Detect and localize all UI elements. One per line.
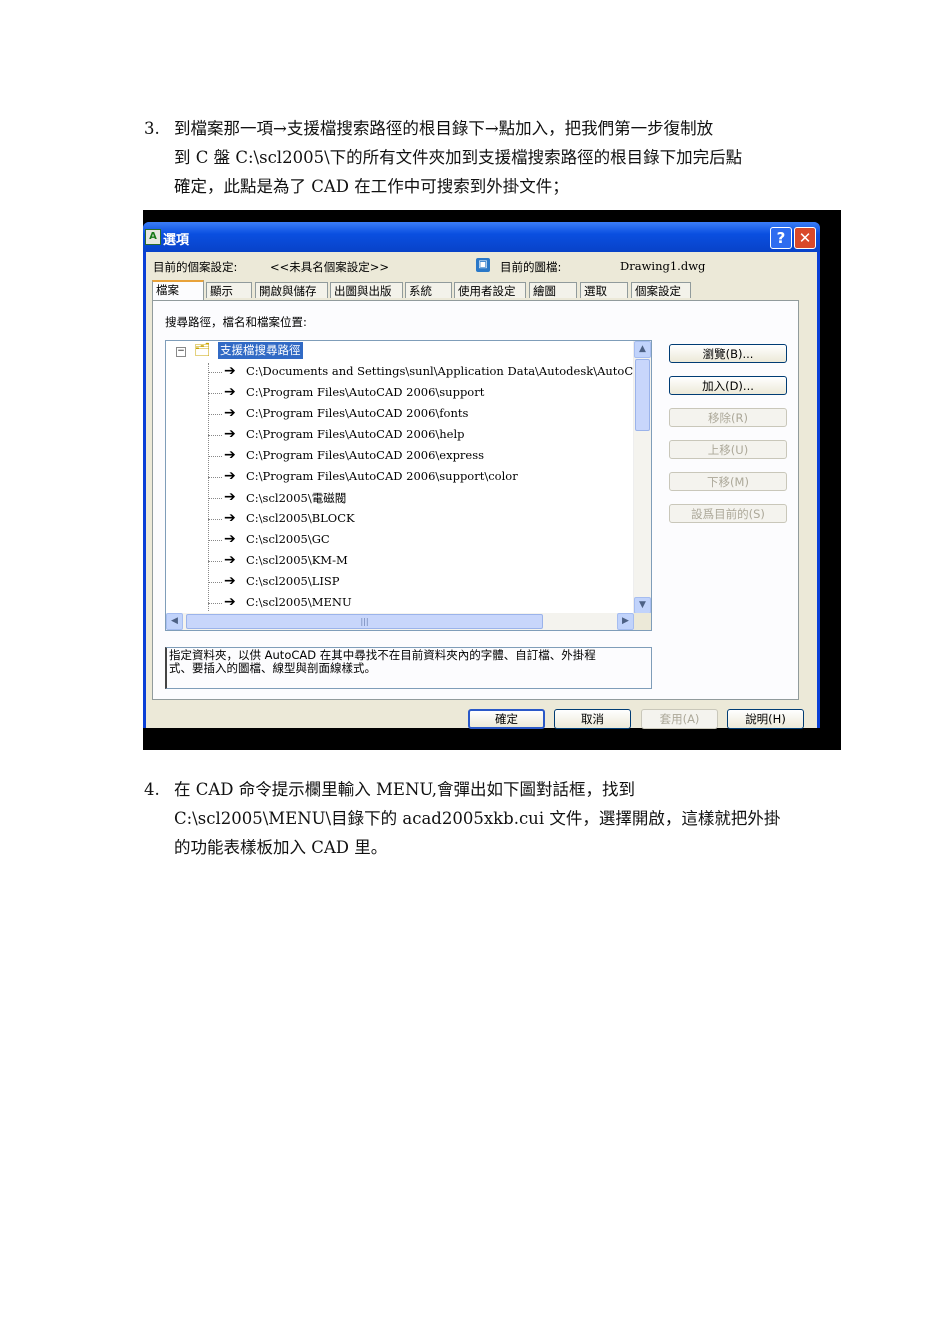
folder-stack-icon: 🗂: [194, 343, 211, 358]
scroll-left-icon[interactable]: ◀: [166, 613, 183, 630]
description-box: 指定資料夾，以供 AutoCAD 在其中尋找不在目前資料夾內的字體、自訂檔、外掛…: [165, 647, 652, 689]
move-down-button[interactable]: 下移(M): [669, 472, 787, 491]
step-number: 4.: [144, 780, 160, 799]
path-arrow-icon: ➔: [224, 510, 236, 526]
tree-connector: [208, 363, 209, 611]
step-text-line: C:\scl2005\MENU\目錄下的 acad2005xkb.cui 文件，…: [174, 809, 781, 828]
tab-system[interactable]: 系統: [405, 282, 452, 298]
path-arrow-icon: ➔: [224, 594, 236, 610]
tree-root-row[interactable]: − 🗂 支援檔搜尋路徑: [166, 341, 634, 361]
autocad-app-icon: A: [145, 229, 161, 245]
tab-selection[interactable]: 選取: [580, 282, 628, 298]
path-arrow-icon: ➔: [224, 489, 236, 505]
tree-heading: 搜尋路徑，檔名和檔案位置:: [165, 315, 307, 329]
profile-value: <<未具名個案設定>>: [270, 260, 390, 274]
help-icon[interactable]: ?: [770, 227, 792, 249]
ok-button[interactable]: 確定: [468, 709, 545, 729]
horizontal-scrollbar[interactable]: ◀ ||| ▶: [166, 613, 634, 630]
step-number: 3.: [144, 119, 160, 138]
path-arrow-icon: ➔: [224, 405, 236, 421]
tree-root-label[interactable]: 支援檔搜尋路徑: [218, 342, 303, 359]
path-text: C:\scl2005\電磁閥: [246, 491, 347, 505]
step-text-line: 到 C 盤 C:\scl2005\下的所有文件夾加到支援檔搜索路徑的根目錄下加完…: [174, 148, 743, 167]
step-text-line: 在 CAD 命令提示欄里輸入 MENU,會彈出如下圖對話框，找到: [174, 780, 636, 799]
path-text: C:\Program Files\AutoCAD 2006\support\co…: [246, 469, 518, 483]
vertical-scroll-thumb[interactable]: [635, 359, 650, 431]
search-path-tree[interactable]: − 🗂 支援檔搜尋路徑 ➔ C:\Documents and Settings\…: [165, 340, 652, 631]
set-current-button[interactable]: 設爲目前的(S): [669, 504, 787, 523]
dialog-title: 選項: [163, 233, 190, 248]
step-4: 4. 在 CAD 命令提示欄里輸入 MENU,會彈出如下圖對話框，找到 C:\s…: [144, 775, 814, 862]
scroll-right-icon[interactable]: ▶: [617, 613, 634, 630]
drawing-file-icon: ▣: [476, 258, 490, 272]
path-arrow-icon: ➔: [224, 447, 236, 463]
tab-files[interactable]: 檔案: [152, 280, 204, 300]
options-dialog-screenshot: A 選項 ? ✕ 目前的個案設定: <<未具名個案設定>> ▣ 目前的圖檔: D…: [143, 210, 841, 750]
files-tab-panel: 搜尋路徑，檔名和檔案位置: − 🗂 支援檔搜尋路徑 ➔ C:\Documents…: [152, 300, 799, 700]
path-arrow-icon: ➔: [224, 426, 236, 442]
help-button[interactable]: 說明(H): [727, 709, 804, 729]
step-text-line: 的功能表樣板加入 CAD 里。: [174, 838, 388, 857]
path-arrow-icon: ➔: [224, 384, 236, 400]
vertical-scrollbar[interactable]: ▲ ▼: [633, 341, 651, 614]
tab-display[interactable]: 顯示: [206, 282, 252, 298]
profile-label: 目前的個案設定:: [153, 260, 238, 274]
tab-open-save[interactable]: 開啟與儲存: [255, 282, 328, 298]
close-icon[interactable]: ✕: [794, 227, 816, 249]
path-text: C:\scl2005\KM-M: [246, 553, 348, 567]
options-dialog: A 選項 ? ✕ 目前的個案設定: <<未具名個案設定>> ▣ 目前的圖檔: D…: [143, 222, 820, 729]
path-arrow-icon: ➔: [224, 552, 236, 568]
path-text: C:\scl2005\BLOCK: [246, 511, 355, 525]
tab-plot-publish[interactable]: 出圖與出版: [330, 282, 403, 298]
description-line: 指定資料夾，以供 AutoCAD 在其中尋找不在目前資料夾內的字體、自訂檔、外掛…: [169, 648, 596, 662]
collapse-icon[interactable]: −: [176, 347, 186, 357]
path-arrow-icon: ➔: [224, 531, 236, 547]
scroll-up-icon[interactable]: ▲: [634, 341, 651, 358]
tab-user-preferences[interactable]: 使用者設定: [454, 282, 526, 298]
step-3: 3. 到檔案那一項→支援檔搜索路徑的根目錄下→點加入，把我們第一步復制放 到 C…: [144, 114, 814, 201]
tab-drafting[interactable]: 繪圖: [529, 282, 577, 298]
cancel-button[interactable]: 取消: [554, 709, 631, 729]
remove-button[interactable]: 移除(R): [669, 408, 787, 427]
description-line: 式、要插入的圖檔、線型與剖面線樣式。: [169, 660, 376, 675]
apply-button[interactable]: 套用(A): [641, 709, 718, 729]
path-text: C:\scl2005\GC: [246, 532, 330, 546]
tab-profiles[interactable]: 個案設定: [631, 282, 691, 298]
path-text: C:\Documents and Settings\sunl\Applicati…: [246, 364, 652, 378]
path-text: C:\Program Files\AutoCAD 2006\express: [246, 448, 485, 462]
title-bar: A 選項 ? ✕: [143, 222, 820, 252]
path-text: C:\Program Files\AutoCAD 2006\help: [246, 427, 465, 441]
drawing-value: Drawing1.dwg: [620, 259, 706, 273]
path-text: C:\Program Files\AutoCAD 2006\fonts: [246, 406, 469, 420]
scrollbar-corner: [634, 613, 651, 630]
scroll-down-icon[interactable]: ▼: [634, 597, 651, 614]
move-up-button[interactable]: 上移(U): [669, 440, 787, 459]
path-arrow-icon: ➔: [224, 573, 236, 589]
dialog-body: 目前的個案設定: <<未具名個案設定>> ▣ 目前的圖檔: Drawing1.d…: [146, 252, 817, 729]
add-button[interactable]: 加入(D)...: [669, 376, 787, 395]
step-text-line: 確定，此點是為了 CAD 在工作中可搜索到外掛文件；: [174, 177, 569, 196]
browse-button[interactable]: 瀏覽(B)...: [669, 344, 787, 363]
path-text: C:\scl2005\LISP: [246, 574, 340, 588]
path-text: C:\Program Files\AutoCAD 2006\support: [246, 385, 485, 399]
step-text-line: 到檔案那一項→支援檔搜索路徑的根目錄下→點加入，把我們第一步復制放: [174, 119, 714, 138]
path-arrow-icon: ➔: [224, 468, 236, 484]
horizontal-scroll-thumb[interactable]: |||: [186, 614, 543, 629]
drawing-label: 目前的圖檔:: [500, 260, 562, 274]
path-arrow-icon: ➔: [224, 363, 236, 379]
path-text: C:\scl2005\MENU: [246, 595, 352, 609]
